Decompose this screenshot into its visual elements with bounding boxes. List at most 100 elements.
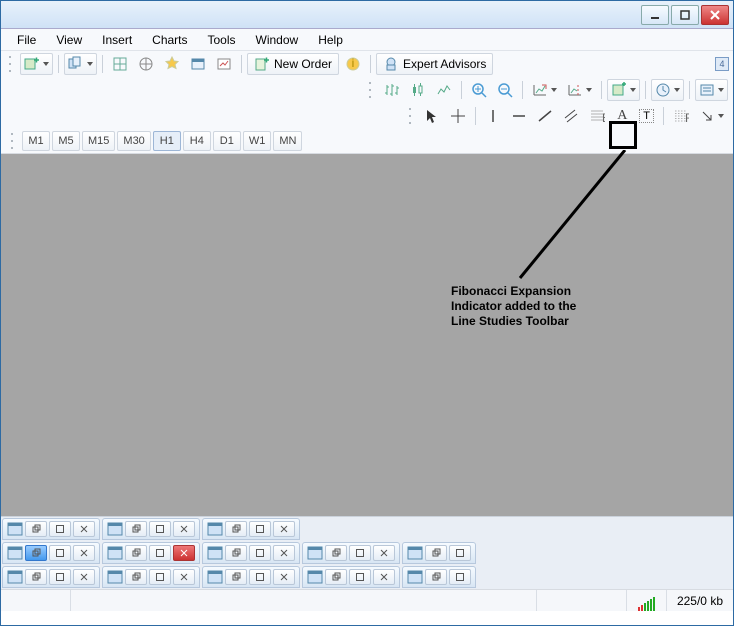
horizontal-line-button[interactable] bbox=[507, 105, 531, 127]
tab-restore-button[interactable] bbox=[25, 521, 47, 537]
templates-button[interactable] bbox=[695, 79, 728, 101]
tab-maximize-button[interactable] bbox=[149, 521, 171, 537]
trendline-button[interactable] bbox=[533, 105, 557, 127]
tab-maximize-button[interactable] bbox=[349, 545, 371, 561]
tab-close-button[interactable] bbox=[173, 545, 195, 561]
menu-view[interactable]: View bbox=[46, 30, 92, 50]
chart-tab[interactable] bbox=[202, 518, 300, 540]
tab-maximize-button[interactable] bbox=[449, 545, 471, 561]
cursor-button[interactable] bbox=[420, 105, 444, 127]
tab-restore-button[interactable] bbox=[225, 545, 247, 561]
market-watch-button[interactable] bbox=[108, 53, 132, 75]
tab-maximize-button[interactable] bbox=[249, 569, 271, 585]
chart-tab[interactable] bbox=[2, 566, 100, 588]
strategy-tester-button[interactable] bbox=[212, 53, 236, 75]
tab-maximize-button[interactable] bbox=[249, 545, 271, 561]
toolbar-grip[interactable] bbox=[409, 106, 415, 126]
timeframe-m1[interactable]: M1 bbox=[22, 131, 50, 151]
tab-restore-button[interactable] bbox=[425, 545, 447, 561]
menu-insert[interactable]: Insert bbox=[92, 30, 142, 50]
tab-restore-button[interactable] bbox=[125, 545, 147, 561]
chart-tab[interactable] bbox=[102, 518, 200, 540]
toolbar-grip[interactable] bbox=[11, 131, 17, 151]
tab-maximize-button[interactable] bbox=[349, 569, 371, 585]
tab-close-button[interactable] bbox=[173, 521, 195, 537]
new-chart-button[interactable] bbox=[20, 53, 53, 75]
chart-shift-button[interactable] bbox=[563, 79, 596, 101]
chart-tab[interactable] bbox=[202, 542, 300, 564]
tab-close-button[interactable] bbox=[73, 569, 95, 585]
tab-close-button[interactable] bbox=[173, 569, 195, 585]
tab-restore-button[interactable] bbox=[225, 569, 247, 585]
timeframe-w1[interactable]: W1 bbox=[243, 131, 272, 151]
profiles-button[interactable] bbox=[64, 53, 97, 75]
candlestick-button[interactable] bbox=[406, 79, 430, 101]
tab-close-button[interactable] bbox=[373, 545, 395, 561]
bar-chart-button[interactable] bbox=[380, 79, 404, 101]
text-label-button[interactable]: T bbox=[635, 105, 658, 127]
tab-restore-button[interactable] bbox=[25, 569, 47, 585]
chart-tab[interactable] bbox=[2, 542, 100, 564]
chart-tab[interactable] bbox=[2, 518, 100, 540]
timeframe-d1[interactable]: D1 bbox=[213, 131, 241, 151]
timeframe-mn[interactable]: MN bbox=[273, 131, 302, 151]
timeframe-m5[interactable]: M5 bbox=[52, 131, 80, 151]
arrows-button[interactable] bbox=[695, 105, 728, 127]
chart-tab[interactable] bbox=[402, 566, 476, 588]
chart-tab[interactable] bbox=[302, 566, 400, 588]
equidistant-channel-button[interactable] bbox=[559, 105, 583, 127]
menu-charts[interactable]: Charts bbox=[142, 30, 197, 50]
timeframe-m15[interactable]: M15 bbox=[82, 131, 115, 151]
chart-tab[interactable] bbox=[402, 542, 476, 564]
indicators-button[interactable] bbox=[607, 79, 640, 101]
expert-advisors-button[interactable]: Expert Advisors bbox=[376, 53, 493, 75]
close-button[interactable] bbox=[701, 5, 729, 25]
tab-maximize-button[interactable] bbox=[249, 521, 271, 537]
fibonacci-retracement-button[interactable]: E bbox=[585, 105, 609, 127]
tab-close-button[interactable] bbox=[73, 521, 95, 537]
data-window-button[interactable] bbox=[160, 53, 184, 75]
periodicity-button[interactable] bbox=[651, 79, 684, 101]
navigator-button[interactable] bbox=[134, 53, 158, 75]
line-chart-button[interactable] bbox=[432, 79, 456, 101]
tab-maximize-button[interactable] bbox=[49, 545, 71, 561]
maximize-button[interactable] bbox=[671, 5, 699, 25]
menu-tools[interactable]: Tools bbox=[198, 30, 246, 50]
toolbar-grip[interactable] bbox=[369, 80, 375, 100]
auto-scroll-button[interactable] bbox=[528, 79, 561, 101]
tab-restore-button[interactable] bbox=[25, 545, 47, 561]
new-order-button[interactable]: New Order bbox=[247, 53, 339, 75]
tab-restore-button[interactable] bbox=[325, 545, 347, 561]
menu-help[interactable]: Help bbox=[308, 30, 353, 50]
timeframe-h4[interactable]: H4 bbox=[183, 131, 211, 151]
tab-maximize-button[interactable] bbox=[149, 545, 171, 561]
zoom-out-button[interactable] bbox=[493, 79, 517, 101]
tab-restore-button[interactable] bbox=[125, 521, 147, 537]
chart-tab[interactable] bbox=[202, 566, 300, 588]
notification-count[interactable]: 4 bbox=[715, 57, 729, 71]
tab-maximize-button[interactable] bbox=[49, 569, 71, 585]
tab-close-button[interactable] bbox=[273, 521, 295, 537]
tab-maximize-button[interactable] bbox=[49, 521, 71, 537]
tab-maximize-button[interactable] bbox=[449, 569, 471, 585]
toolbar-grip[interactable] bbox=[9, 54, 15, 74]
chart-tab[interactable] bbox=[302, 542, 400, 564]
terminal-button[interactable] bbox=[186, 53, 210, 75]
chart-tab[interactable] bbox=[102, 566, 200, 588]
timeframe-m30[interactable]: M30 bbox=[117, 131, 150, 151]
menu-file[interactable]: File bbox=[7, 30, 46, 50]
chart-tab[interactable] bbox=[102, 542, 200, 564]
tab-close-button[interactable] bbox=[273, 545, 295, 561]
vertical-line-button[interactable] bbox=[481, 105, 505, 127]
fibonacci-expansion-button[interactable]: F bbox=[669, 105, 693, 127]
menu-window[interactable]: Window bbox=[246, 30, 309, 50]
tab-maximize-button[interactable] bbox=[149, 569, 171, 585]
crosshair-button[interactable] bbox=[446, 105, 470, 127]
tab-restore-button[interactable] bbox=[125, 569, 147, 585]
metaquotes-button[interactable]: i bbox=[341, 53, 365, 75]
tab-restore-button[interactable] bbox=[325, 569, 347, 585]
tab-close-button[interactable] bbox=[273, 569, 295, 585]
minimize-button[interactable] bbox=[641, 5, 669, 25]
tab-close-button[interactable] bbox=[373, 569, 395, 585]
timeframe-h1[interactable]: H1 bbox=[153, 131, 181, 151]
